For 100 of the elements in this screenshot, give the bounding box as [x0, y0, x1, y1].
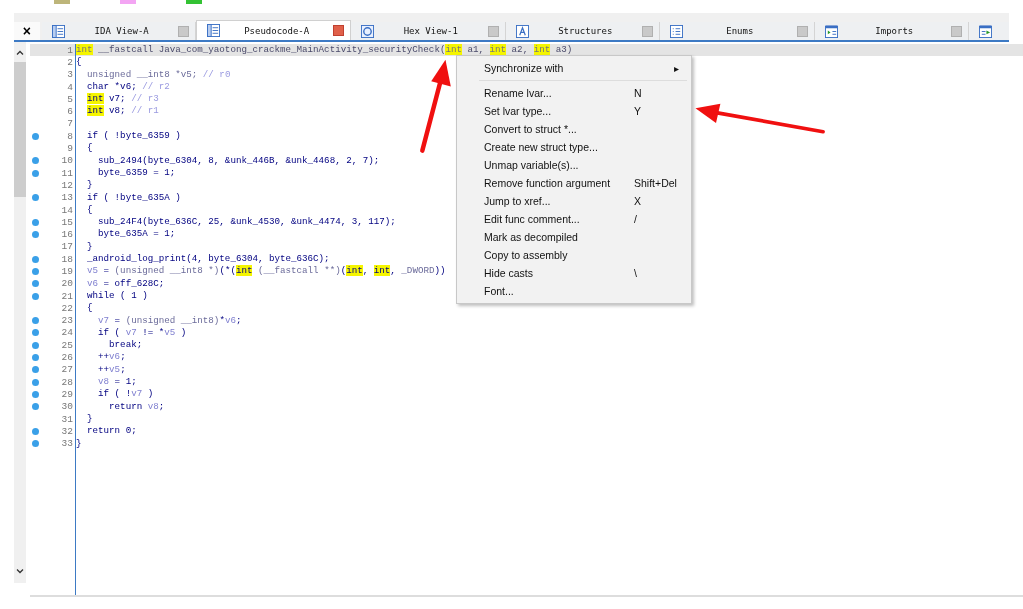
menu-item-label: Create new struct type...: [484, 141, 599, 153]
export-window-icon[interactable]: [979, 24, 993, 38]
tab[interactable]: Pseudocode-A: [196, 20, 351, 40]
shortcut-label: Y: [634, 105, 642, 117]
code-line: }: [86, 412, 94, 426]
line-number: 32: [61, 425, 73, 437]
line-number: 22: [61, 302, 73, 314]
code-line: sub_24F4(byte_636C, 25, &unk_4530, &unk_4474, 3, 117);: [97, 216, 397, 229]
code-line: break;: [108, 339, 144, 352]
line-number: 31: [61, 413, 73, 425]
line-number: 3: [67, 69, 73, 81]
menu-item-label: Unmap variable(s)...: [484, 159, 580, 171]
menu-item-label: Copy to assembly: [484, 249, 569, 261]
code-line: {: [86, 203, 94, 217]
code-line: v6 = off_628C;: [86, 277, 166, 290]
code-line: {: [86, 302, 94, 315]
menu-item-label: Edit func comment...: [484, 213, 581, 225]
line-number: 11: [61, 167, 73, 179]
line-number: 18: [61, 253, 73, 265]
line-number: 16: [61, 229, 73, 241]
code-line: if ( !byte_6359 ): [86, 130, 182, 143]
menu-item-label: Set lvar type...: [484, 105, 553, 117]
menu-item-label: Mark as decompiled: [484, 231, 579, 243]
menu-item[interactable]: Edit func comment... /: [457, 210, 691, 228]
line-number: 26: [61, 352, 73, 364]
menu-item[interactable]: Rename lvar... N: [457, 84, 691, 102]
code-line: byte_6359 = 1;: [97, 166, 177, 180]
list-window-icon: [670, 24, 684, 38]
code-line: if ( !byte_635A ): [86, 191, 182, 204]
code-line: char *v6; // r2: [86, 80, 171, 94]
submenu-arrow-icon: ▸: [674, 62, 679, 74]
menu-item-label: Remove function argument: [484, 177, 612, 189]
line-number: 7: [67, 118, 73, 130]
menu-item[interactable]: Mark as decompiled: [457, 228, 691, 246]
code-line: int v8; // r1: [86, 105, 160, 118]
line-number: 9: [67, 143, 73, 154]
letter-a-icon: [515, 24, 529, 38]
line-number: 17: [61, 241, 73, 253]
line-number: 15: [61, 216, 73, 228]
menu-item[interactable]: Remove function argument Shift+Del: [457, 174, 691, 192]
menu-item-label: Font...: [484, 285, 515, 297]
line-number: 13: [61, 192, 73, 204]
line-number: 27: [61, 364, 73, 376]
menu-item[interactable]: Create new struct type...: [457, 138, 691, 156]
menu-item-label: Convert to struct *...: [484, 123, 578, 135]
menu-item[interactable]: Convert to struct *...: [457, 120, 691, 138]
line-number: 19: [61, 266, 73, 277]
line-number: 33: [61, 438, 73, 450]
menu-item[interactable]: Jump to xref... X: [457, 192, 691, 210]
line-number: 8: [67, 130, 73, 142]
menu-item[interactable]: Unmap variable(s)...: [457, 156, 691, 174]
code-line: while ( 1 ): [86, 289, 149, 303]
line-number: 14: [61, 204, 73, 216]
shortcut-label: /: [634, 213, 638, 225]
line-number: 28: [61, 376, 73, 388]
menu-item-label: Rename lvar...: [484, 87, 553, 99]
code-line: {: [76, 56, 83, 69]
shortcut-label: X: [634, 195, 642, 207]
line-number: 5: [67, 93, 73, 105]
list-window-icon: [207, 24, 221, 37]
line-number: 6: [67, 106, 73, 118]
line-number: 10: [61, 155, 73, 167]
code-line: if ( !v7 ): [97, 388, 155, 401]
circle-icon: [360, 24, 374, 38]
list-window-icon: [824, 24, 838, 38]
code-line: v8 = 1;: [97, 376, 138, 389]
menu-item[interactable]: Synchronize with ▸: [457, 59, 691, 77]
code-line: }: [86, 240, 94, 254]
close-icon[interactable]: [332, 25, 344, 36]
code-line: _android_log_print(4, byte_6304, byte_636C);: [86, 253, 331, 266]
code-line: return 0;: [86, 425, 138, 438]
code-line: byte_635A = 1;: [97, 228, 177, 241]
shortcut-label: N: [634, 87, 643, 99]
menu-item[interactable]: Set lvar type... Y: [457, 102, 691, 120]
code-line: sub_2494(byte_6304, 8, &unk_446B, &unk_4468, 2, 7);: [97, 154, 381, 167]
line-number: 24: [61, 327, 73, 339]
menu-item[interactable]: Font...: [457, 282, 691, 300]
code-line: ++v5;: [97, 363, 127, 376]
code-line: ++v6;: [97, 351, 127, 364]
code-line: {: [86, 142, 94, 155]
menu-item-label: Synchronize with: [484, 62, 565, 74]
shortcut-label: \: [634, 267, 638, 279]
code-line: }: [76, 437, 83, 450]
menu-item[interactable]: Copy to assembly: [457, 246, 691, 264]
line-number: 29: [61, 388, 73, 400]
line-number: 1: [67, 44, 73, 56]
menu-item-label: Jump to xref...: [484, 195, 552, 207]
code-line: return v8;: [108, 400, 166, 413]
vertical-scrollbar[interactable]: [14, 42, 26, 583]
line-number: 12: [61, 179, 73, 191]
code-line: v7 = (unsigned __int8)*v6;: [97, 314, 243, 327]
list-window-icon: [51, 24, 65, 38]
code-line: unsigned __int8 *v5; // r0: [86, 68, 232, 81]
code-line: }: [86, 179, 94, 192]
code-line: int v7; // r3: [86, 93, 160, 106]
code-line: if ( v7 != *v5 ): [97, 326, 188, 340]
close-button[interactable]: ×: [14, 22, 40, 40]
line-number: 4: [67, 81, 73, 93]
menu-item[interactable]: Hide casts \: [457, 264, 691, 282]
line-number: 25: [61, 339, 73, 351]
